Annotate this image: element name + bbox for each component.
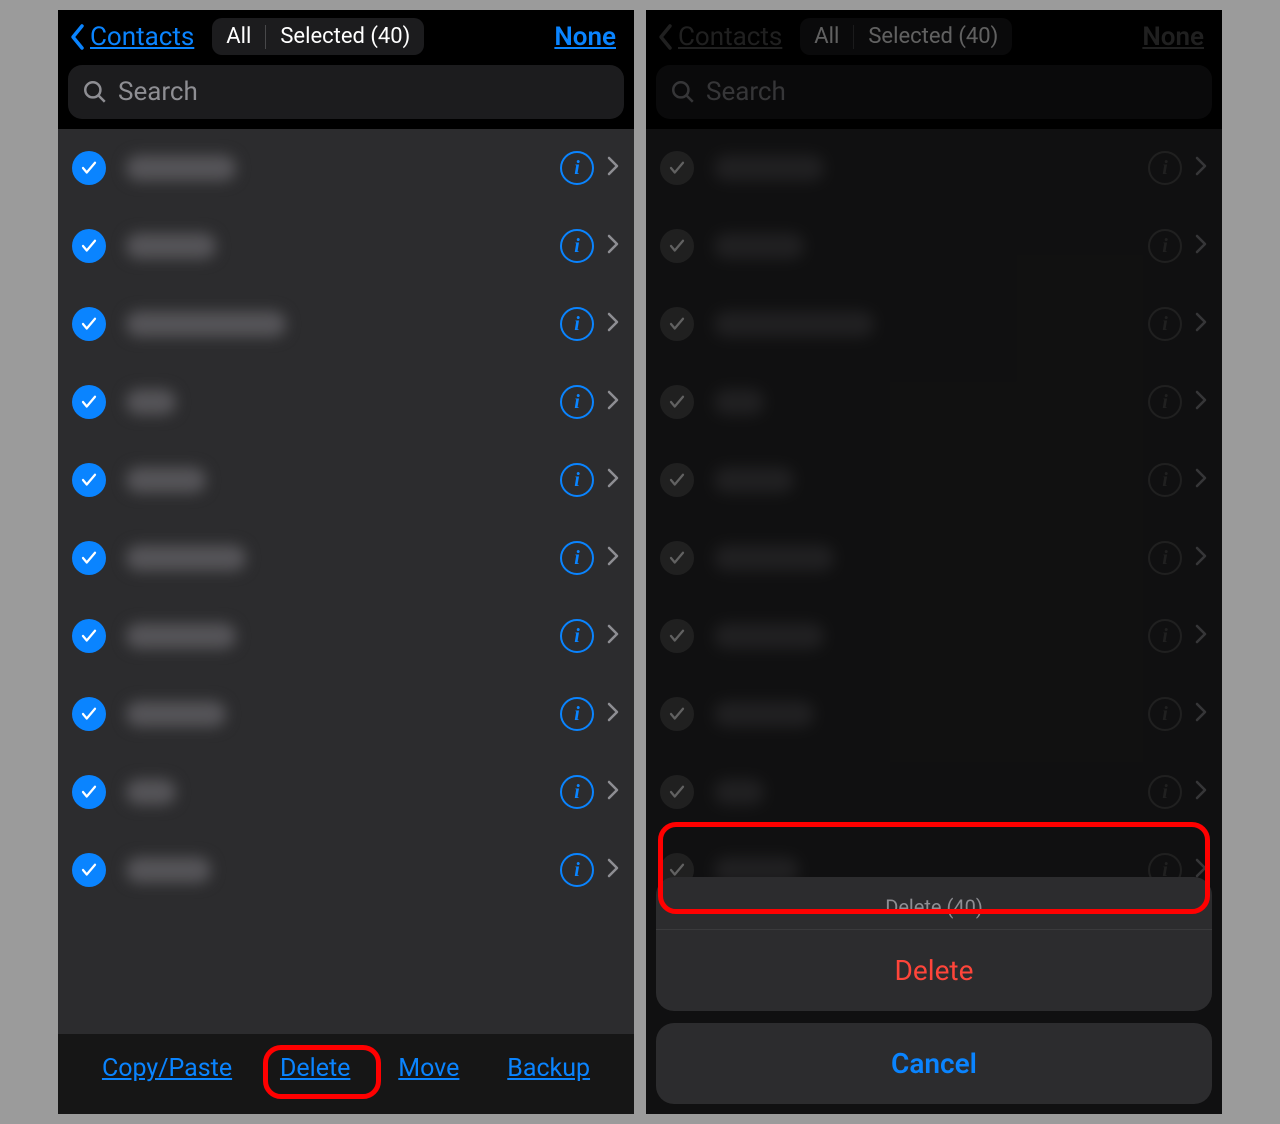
checkbox-checked-icon[interactable] (72, 619, 106, 653)
info-icon[interactable]: i (560, 697, 594, 731)
chevron-right-icon (606, 155, 620, 181)
checkbox-checked-icon[interactable] (72, 307, 106, 341)
info-icon[interactable]: i (560, 853, 594, 887)
backup-button[interactable]: Backup (507, 1054, 590, 1083)
screen-right: Contacts All Selected (40) None Search i… (646, 10, 1222, 1114)
list-item[interactable]: i (58, 129, 634, 207)
action-sheet-delete-button[interactable]: Delete (656, 929, 1212, 1011)
contact-name-blurred (126, 155, 236, 181)
action-sheet-group: Delete (40) Delete (656, 877, 1212, 1011)
contact-name-blurred (126, 623, 236, 649)
list-item[interactable]: i (58, 597, 634, 675)
checkbox-checked-icon[interactable] (72, 775, 106, 809)
list-item[interactable]: i (58, 753, 634, 831)
move-button[interactable]: Move (398, 1054, 459, 1083)
action-sheet-title: Delete (40) (656, 877, 1212, 929)
contacts-list[interactable]: i i i i i i i i i i (58, 129, 634, 1034)
action-sheet: Delete (40) Delete Cancel (656, 877, 1212, 1104)
list-item[interactable]: i (58, 285, 634, 363)
toolbar: Copy/Paste Delete Move Backup (58, 1034, 634, 1114)
search-placeholder: Search (118, 77, 198, 107)
back-button[interactable]: Contacts (68, 22, 194, 52)
info-icon[interactable]: i (560, 151, 594, 185)
contact-name-blurred (126, 857, 211, 883)
search-icon (82, 79, 108, 105)
seg-all[interactable]: All (226, 24, 251, 49)
screen-left: Contacts All Selected (40) None Search i… (58, 10, 634, 1114)
segment-divider (265, 25, 266, 49)
list-item[interactable]: i (58, 363, 634, 441)
checkbox-checked-icon[interactable] (72, 541, 106, 575)
chevron-right-icon (606, 389, 620, 415)
info-icon[interactable]: i (560, 775, 594, 809)
checkbox-checked-icon[interactable] (72, 697, 106, 731)
seg-selected[interactable]: Selected (40) (280, 24, 410, 49)
contact-name-blurred (126, 701, 226, 727)
none-button[interactable]: None (554, 22, 624, 52)
info-icon[interactable]: i (560, 229, 594, 263)
contact-name-blurred (126, 233, 216, 259)
contact-name-blurred (126, 311, 286, 337)
info-icon[interactable]: i (560, 463, 594, 497)
contact-name-blurred (126, 389, 176, 415)
info-icon[interactable]: i (560, 619, 594, 653)
list-item[interactable]: i (58, 675, 634, 753)
chevron-right-icon (606, 779, 620, 805)
checkbox-checked-icon[interactable] (72, 853, 106, 887)
nav-bar: Contacts All Selected (40) None (58, 10, 634, 65)
list-item[interactable]: i (58, 831, 634, 909)
contact-name-blurred (126, 545, 246, 571)
checkbox-checked-icon[interactable] (72, 151, 106, 185)
chevron-left-icon (68, 22, 88, 52)
search-field[interactable]: Search (68, 65, 624, 119)
delete-button[interactable]: Delete (280, 1054, 350, 1083)
list-item[interactable]: i (58, 207, 634, 285)
chevron-right-icon (606, 311, 620, 337)
info-icon[interactable]: i (560, 307, 594, 341)
chevron-right-icon (606, 623, 620, 649)
info-icon[interactable]: i (560, 385, 594, 419)
chevron-right-icon (606, 233, 620, 259)
info-icon[interactable]: i (560, 541, 594, 575)
copypaste-button[interactable]: Copy/Paste (102, 1054, 232, 1083)
list-item[interactable]: i (58, 441, 634, 519)
segmented-control[interactable]: All Selected (40) (212, 18, 424, 55)
contact-name-blurred (126, 779, 176, 805)
contact-name-blurred (126, 467, 206, 493)
chevron-right-icon (606, 857, 620, 883)
action-sheet-cancel-button[interactable]: Cancel (656, 1023, 1212, 1104)
checkbox-checked-icon[interactable] (72, 385, 106, 419)
chevron-right-icon (606, 545, 620, 571)
list-item[interactable]: i (58, 519, 634, 597)
back-label: Contacts (90, 22, 194, 52)
chevron-right-icon (606, 701, 620, 727)
chevron-right-icon (606, 467, 620, 493)
checkbox-checked-icon[interactable] (72, 229, 106, 263)
checkbox-checked-icon[interactable] (72, 463, 106, 497)
